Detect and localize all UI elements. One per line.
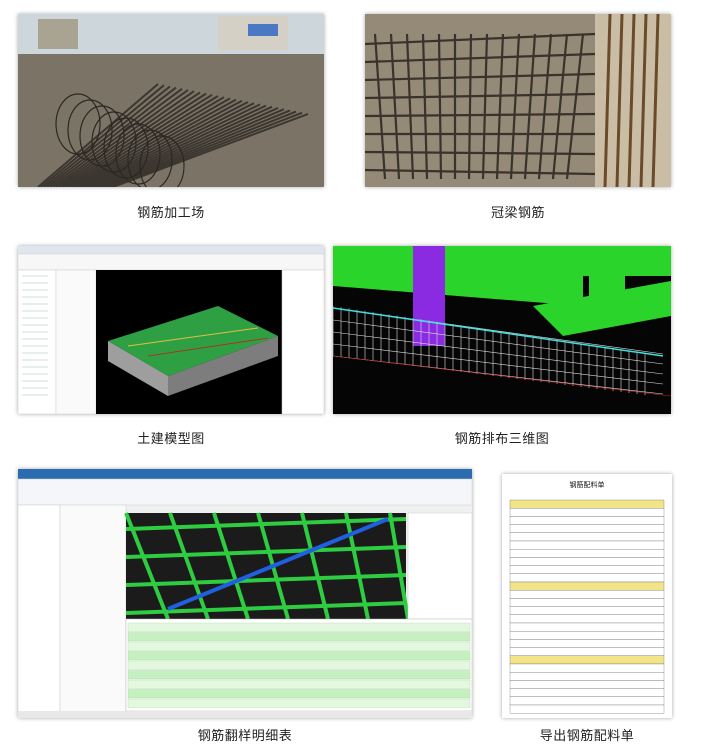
rebar-yard-photo	[18, 14, 324, 187]
rebar-detail-illustration	[18, 469, 472, 718]
sheet-table-illustration	[509, 499, 665, 714]
figure-caption: 导出钢筋配料单	[539, 729, 635, 744]
figure-caption: 土建模型图	[137, 432, 205, 447]
crown-beam-illustration	[365, 14, 671, 187]
civil-model-illustration	[18, 246, 324, 414]
rebar-3d-illustration	[333, 246, 671, 414]
figure-caption: 钢筋排布三维图	[454, 432, 550, 447]
crown-beam-photo	[365, 14, 671, 187]
rebar-detail-screenshot	[18, 469, 472, 718]
rebar-3d-screenshot	[333, 246, 671, 414]
rebar-yard-illustration	[18, 14, 324, 187]
figure-caption: 钢筋翻样明细表	[197, 729, 293, 744]
rebar-material-sheet: 钢筋配料单	[502, 474, 672, 718]
figure-caption: 钢筋加工场	[137, 206, 205, 221]
civil-model-screenshot	[18, 246, 324, 414]
figure-caption: 冠梁钢筋	[490, 206, 545, 221]
